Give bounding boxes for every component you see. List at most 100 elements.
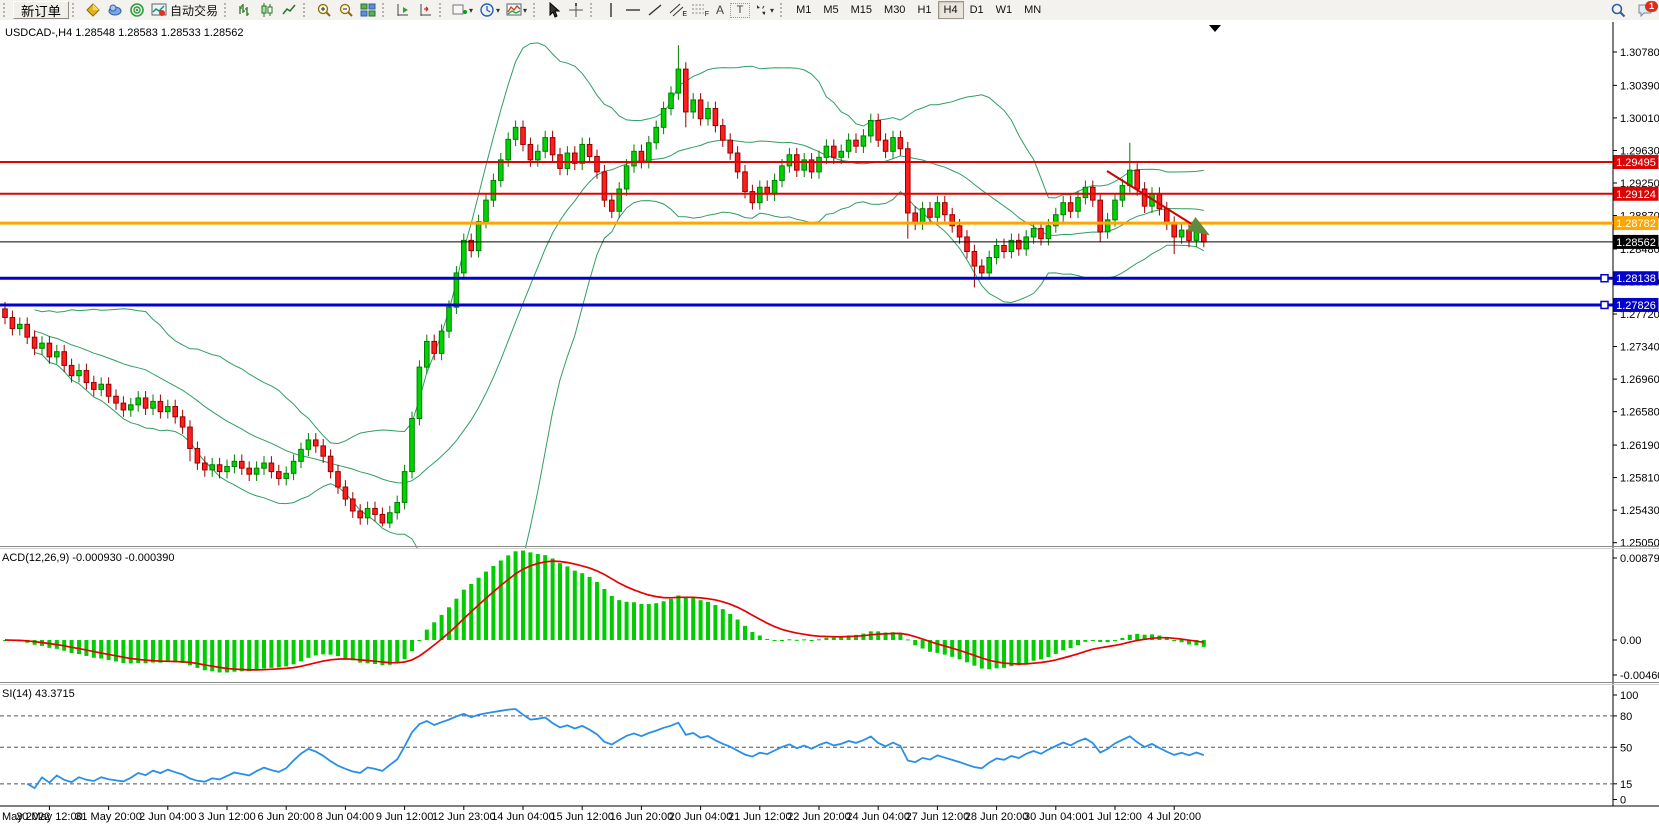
auto-scroll-icon[interactable] <box>392 1 414 19</box>
svg-text:21 Jun 12:00: 21 Jun 12:00 <box>728 811 792 823</box>
toolbar-grip <box>533 3 540 17</box>
channel-e-letter: E <box>682 11 687 18</box>
svg-text:6 Jun 20:00: 6 Jun 20:00 <box>257 811 315 823</box>
svg-text:14 Jun 04:00: 14 Jun 04:00 <box>491 811 555 823</box>
toolbar-grip <box>439 3 446 17</box>
toolbar-grip <box>303 3 310 17</box>
svg-text:31 May 20:00: 31 May 20:00 <box>75 811 142 823</box>
chat-unread-badge: 1 <box>1645 1 1658 12</box>
arrows-button[interactable]: ▾ <box>750 1 777 19</box>
line-chart-icon[interactable] <box>278 1 300 19</box>
svg-text:0.008791: 0.008791 <box>1620 553 1659 565</box>
timeframe-m30[interactable]: M30 <box>878 1 911 19</box>
chart-shift-icon[interactable] <box>414 1 436 19</box>
timeframe-bar: M1M5M15M30H1H4D1W1MN <box>790 1 1047 19</box>
crosshair-icon[interactable] <box>565 1 587 19</box>
svg-text:1.25430: 1.25430 <box>1620 505 1659 517</box>
toolbar-grip <box>590 3 597 17</box>
toolbar-grip <box>224 3 231 17</box>
svg-text:50: 50 <box>1620 742 1632 754</box>
autotrade-chart-icon <box>151 2 167 18</box>
toolbar-grip <box>72 3 79 17</box>
svg-text:1.25050: 1.25050 <box>1620 538 1659 550</box>
svg-text:24 Jun 04:00: 24 Jun 04:00 <box>846 811 910 823</box>
autotrading-button[interactable]: 自动交易 <box>148 1 221 19</box>
toolbar-grip <box>3 3 10 17</box>
horizontal-line-icon[interactable] <box>622 1 644 19</box>
toolbar-grip <box>382 3 389 17</box>
candlestick-chart-icon[interactable] <box>256 1 278 19</box>
text-icon[interactable]: A <box>710 1 730 19</box>
svg-text:1.25810: 1.25810 <box>1620 473 1659 485</box>
bar-chart-icon[interactable] <box>234 1 256 19</box>
svg-text:1.28138: 1.28138 <box>1616 273 1656 285</box>
svg-text:15: 15 <box>1620 779 1632 791</box>
line-handle[interactable] <box>1601 301 1608 308</box>
chart-canvas[interactable]: 1.307801.303901.300101.296301.292501.288… <box>0 20 1659 827</box>
svg-text:1.30010: 1.30010 <box>1620 113 1659 125</box>
svg-text:1.28562: 1.28562 <box>1616 237 1656 249</box>
svg-text:0.00: 0.00 <box>1620 635 1641 647</box>
text-label-icon[interactable]: T <box>730 3 750 18</box>
chevron-down-icon: ▾ <box>523 6 527 15</box>
timeframe-h4[interactable]: H4 <box>938 1 964 19</box>
svg-text:15 Jun 12:00: 15 Jun 12:00 <box>550 811 614 823</box>
svg-text:0: 0 <box>1620 795 1626 807</box>
timeframe-m5[interactable]: M5 <box>817 1 844 19</box>
chevron-down-icon: ▾ <box>770 6 774 15</box>
timeframe-m1[interactable]: M1 <box>790 1 817 19</box>
profile-cloud-icon[interactable] <box>104 1 126 19</box>
svg-text:27 Jun 12:00: 27 Jun 12:00 <box>906 811 970 823</box>
macd-label: ACD(12,26,9) -0.000930 -0.000390 <box>2 552 174 564</box>
svg-text:2 Jun 04:00: 2 Jun 04:00 <box>139 811 197 823</box>
new-chart-button[interactable]: ▾ <box>449 1 476 19</box>
chevron-down-icon: ▾ <box>496 6 500 15</box>
search-icon[interactable] <box>1607 1 1629 19</box>
svg-text:1 Jul 12:00: 1 Jul 12:00 <box>1088 811 1142 823</box>
svg-text:1.27826: 1.27826 <box>1616 300 1656 312</box>
vertical-line-icon[interactable] <box>600 1 622 19</box>
tile-windows-icon[interactable] <box>357 1 379 19</box>
svg-text:-0.004601: -0.004601 <box>1620 670 1659 682</box>
quotes-diamond-icon[interactable] <box>82 1 104 19</box>
svg-text:1.28782: 1.28782 <box>1616 218 1656 230</box>
svg-text:1.30780: 1.30780 <box>1620 47 1659 59</box>
timeframe-d1[interactable]: D1 <box>964 1 990 19</box>
period-clock-button[interactable]: ▾ <box>476 1 503 19</box>
svg-text:28 Jun 20:00: 28 Jun 20:00 <box>965 811 1029 823</box>
indicators-button[interactable]: ▾ <box>503 1 530 19</box>
svg-text:9 Jun 12:00: 9 Jun 12:00 <box>376 811 434 823</box>
svg-text:1.30390: 1.30390 <box>1620 80 1659 92</box>
svg-text:8 Jun 04:00: 8 Jun 04:00 <box>317 811 375 823</box>
new-order-button[interactable]: 新订单 <box>13 1 69 19</box>
fibonacci-icon[interactable]: F <box>688 1 710 19</box>
zoom-in-icon[interactable] <box>313 1 335 19</box>
timeframe-m15[interactable]: M15 <box>845 1 878 19</box>
svg-text:4 Jul 20:00: 4 Jul 20:00 <box>1147 811 1201 823</box>
timeframe-mn[interactable]: MN <box>1018 1 1047 19</box>
svg-text:1.26580: 1.26580 <box>1620 407 1659 419</box>
signal-radar-icon[interactable] <box>126 1 148 19</box>
svg-text:16 Jun 20:00: 16 Jun 20:00 <box>610 811 674 823</box>
main-toolbar: 新订单 自动交易 ▾ ▾ ▾ <box>0 0 1659 21</box>
chat-button[interactable]: 1 <box>1637 2 1653 18</box>
svg-text:1.29495: 1.29495 <box>1616 157 1656 169</box>
line-handle[interactable] <box>1601 275 1608 282</box>
svg-text:30 Jun 04:00: 30 Jun 04:00 <box>1024 811 1088 823</box>
cursor-icon[interactable] <box>543 1 565 19</box>
rsi-label: SI(14) 43.3715 <box>2 688 75 700</box>
chevron-down-icon: ▾ <box>469 6 473 15</box>
toolbar-grip <box>780 3 787 17</box>
timeframe-h1[interactable]: H1 <box>911 1 937 19</box>
svg-text:3 Jun 12:00: 3 Jun 12:00 <box>198 811 256 823</box>
svg-text:1.26190: 1.26190 <box>1620 440 1659 452</box>
timeframe-w1[interactable]: W1 <box>990 1 1019 19</box>
svg-text:100: 100 <box>1620 690 1638 702</box>
svg-text:20 Jun 04:00: 20 Jun 04:00 <box>669 811 733 823</box>
svg-text:1.26960: 1.26960 <box>1620 374 1659 386</box>
symbol-ohlc-label: USDCAD-,H4 1.28548 1.28583 1.28533 1.285… <box>5 27 244 39</box>
zoom-out-icon[interactable] <box>335 1 357 19</box>
trendline-icon[interactable] <box>644 1 666 19</box>
equidistant-channel-icon[interactable]: E <box>666 1 688 19</box>
svg-text:22 Jun 20:00: 22 Jun 20:00 <box>787 811 851 823</box>
